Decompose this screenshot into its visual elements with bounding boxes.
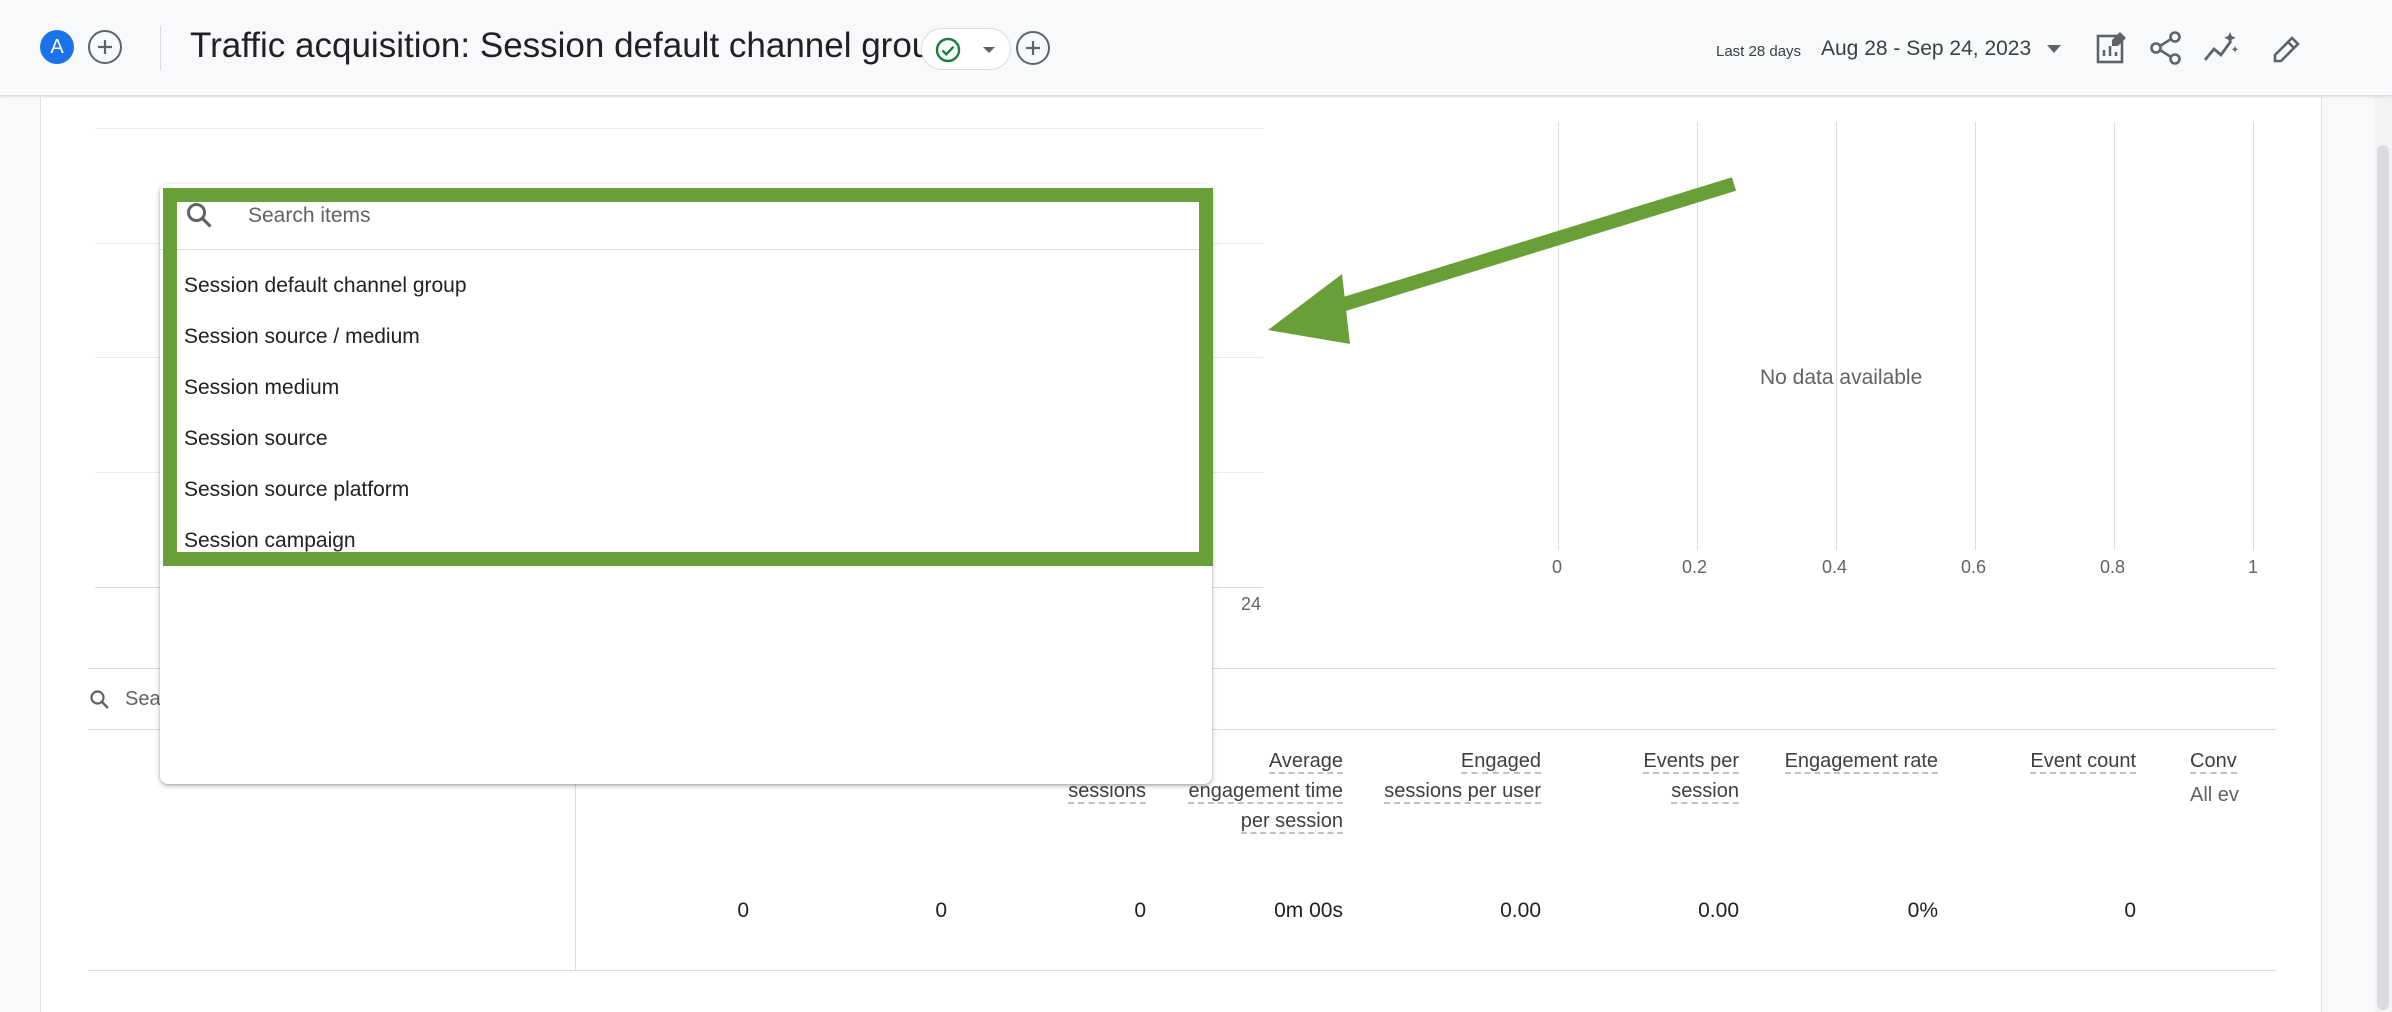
chart-x-tick-label: 1 [2248,557,2259,577]
pencil-icon[interactable] [2270,30,2304,66]
table-total-cell: 0% [1907,899,1938,922]
insights-icon[interactable] [2202,30,2240,66]
dropdown-item[interactable]: Session source / medium [160,311,1212,362]
table-total-cell: 0 [935,899,947,922]
table-total-cell: 0.00 [1500,899,1541,922]
date-range-picker[interactable]: Aug 28 - Sep 24, 2023 [1821,37,2031,61]
chart-x-tick-label: 0.2 [1682,557,1708,577]
table-total-cell: 0 [737,899,749,922]
plus-icon [1026,41,1040,55]
customize-report-icon[interactable] [2094,30,2130,66]
table-total-cell: 0m 00s [1274,899,1343,922]
search-icon [90,690,109,709]
dropdown-item[interactable]: Session default channel group [160,260,1212,311]
table-total-cell: 0.00 [1698,899,1739,922]
conversions-event-selector[interactable]: All ev [2190,784,2276,807]
dropdown-search-row [160,184,1212,250]
header-divider [160,26,161,70]
chart-x-tick-label: 0.4 [1822,557,1848,577]
add-filter-button[interactable] [1016,31,1050,65]
date-preset-label[interactable]: Last 28 days [1716,43,1801,60]
chart-gridline [2114,122,2115,550]
search-icon [187,203,212,228]
table-bottom-border [88,970,2276,971]
column-header-engaged-sessions-per-user[interactable]: Engaged sessions per user [1381,746,1541,806]
dropdown-search-input[interactable] [248,196,1148,236]
plus-icon [98,40,112,54]
column-header-events-per-session[interactable]: Events per session [1579,746,1739,806]
chart-x-tick-label: 0.8 [2100,557,2126,577]
caret-down-icon [983,47,995,53]
app-header: A Traffic acquisition: Session default c… [0,0,2392,96]
page-title: Traffic acquisition: Session default cha… [190,26,951,65]
chart-gridline [1836,122,1837,550]
table-total-cell: 0 [2124,899,2136,922]
no-data-message: No data available [1760,366,1923,389]
dropdown-item[interactable]: Session campaign [160,515,1212,566]
chart-x-tick-label: 24 [1241,594,1262,614]
chart-x-tick-label: 0 [1552,557,1563,577]
column-header-conversions[interactable]: Conv [2190,746,2270,776]
column-header-engagement-rate[interactable]: Engagement rate [1778,746,1938,776]
chart-gridline [2253,122,2254,550]
caret-down-icon[interactable] [2046,44,2062,54]
add-comparison-button[interactable] [88,30,122,64]
annotation-arrow [1268,177,1737,344]
dropdown-item[interactable]: Session medium [160,362,1212,413]
share-icon[interactable] [2148,30,2184,66]
dropdown-item[interactable]: Session source [160,413,1212,464]
chart-gridline [1975,122,1976,550]
report-status-dropdown[interactable] [921,28,1011,70]
chart-x-tick-label: 0.6 [1961,557,1987,577]
scrollbar-thumb[interactable] [2377,145,2389,1010]
chart-gridline [95,128,1263,129]
table-total-cell: 0 [1134,899,1146,922]
avatar[interactable]: A [40,30,74,64]
dropdown-item[interactable]: Session source platform [160,464,1212,515]
dropdown-item-list: Session default channel group Session so… [160,260,1212,566]
column-header-event-count[interactable]: Event count [1976,746,2136,776]
check-circle-icon [935,37,961,63]
dimension-dropdown-menu: Session default channel group Session so… [160,184,1212,784]
